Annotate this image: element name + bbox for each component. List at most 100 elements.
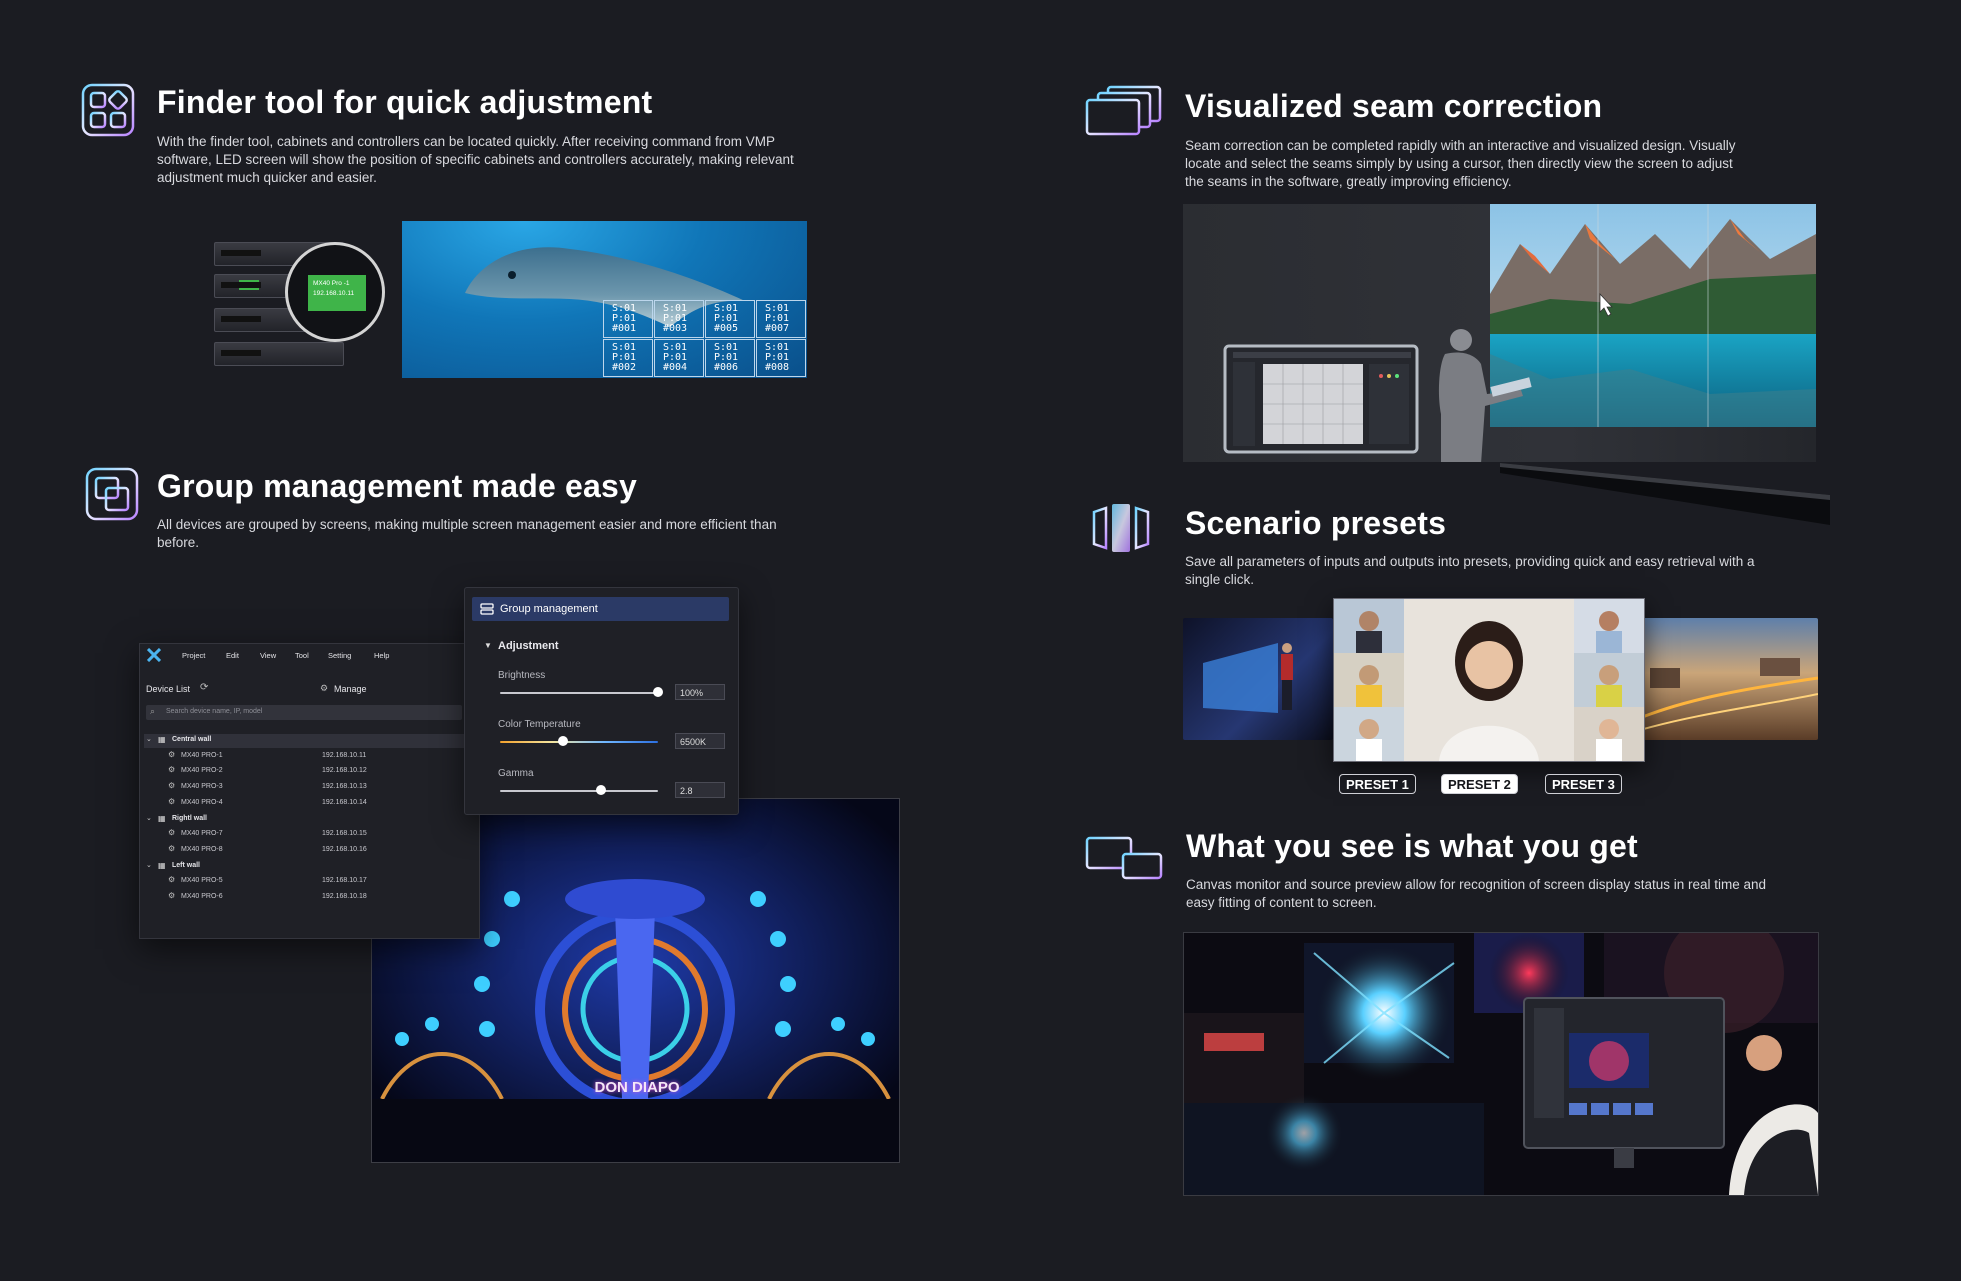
cabinet-cell-number: #008 — [765, 362, 790, 373]
device-row[interactable]: ⚙ MX40 PRO-8 192.168.10.16 — [144, 844, 464, 857]
menu-item-project[interactable]: Project — [182, 651, 205, 660]
brightness-value[interactable]: 100% — [675, 684, 725, 700]
device-gear-icon: ⚙ — [168, 828, 176, 838]
stacked-screens-icon — [1085, 85, 1162, 136]
device-group-name: Left wall — [172, 861, 201, 869]
panel-title: Group management — [500, 603, 598, 615]
expand-chevron-icon[interactable]: ⌄ — [146, 814, 152, 822]
device-group-row[interactable]: ⌄ ▦ Central wall — [144, 734, 464, 748]
device-group-row[interactable]: ⌄ ▦ Left wall — [144, 860, 464, 874]
device-list-panel: Project Edit View Tool Setting Help Device Li… — [139, 643, 480, 939]
device-group-row[interactable]: ⌄ ▦ Rightl wall — [144, 813, 464, 827]
menu-item-setting[interactable]: Setting — [328, 651, 351, 660]
menu-item-tool[interactable]: Tool — [295, 651, 309, 660]
magnifier-lens: MX40 Pro -1 192.168.10.11 — [285, 242, 385, 342]
device-row[interactable]: ⚙ MX40 PRO-4 192.168.10.14 — [144, 797, 464, 810]
cabinet-cell-number: #003 — [663, 323, 688, 334]
wysiwyg-description: Canvas monitor and source preview allow … — [1186, 877, 1767, 910]
color-temperature-knob[interactable] — [558, 736, 569, 746]
manage-button[interactable]: Manage — [334, 684, 367, 694]
sign-text: DON DIAPO — [594, 1079, 680, 1096]
device-row[interactable]: ⚙ MX40 PRO-3 192.168.10.13 — [144, 781, 464, 794]
expand-chevron-icon[interactable]: ⌄ — [146, 861, 152, 869]
group-squares-icon — [85, 467, 139, 521]
preset-panels-icon — [1092, 504, 1150, 552]
search-input[interactable]: ⌕ Search device name, IP, model — [146, 705, 462, 720]
brightness-knob[interactable] — [653, 687, 663, 697]
cabinet-cell-number: #007 — [765, 323, 790, 334]
expand-chevron-icon[interactable]: ⌄ — [146, 735, 152, 743]
finder-grid-icon — [81, 83, 135, 137]
device-name: MX40 PRO-3 — [181, 783, 223, 791]
brightness-label: Brightness — [498, 670, 546, 681]
preset-image-city — [1640, 618, 1818, 740]
preset-2-button[interactable]: PRESET 2 — [1441, 774, 1518, 794]
device-gear-icon: ⚙ — [168, 749, 176, 759]
group-title: Group management made easy — [157, 468, 638, 504]
device-row[interactable]: ⚙ MX40 PRO-5 192.168.10.17 — [144, 875, 464, 888]
device-row[interactable]: ⚙ MX40 PRO-2 192.168.10.12 — [144, 765, 464, 778]
group-management-icon — [480, 603, 494, 615]
badge-ip: 192.168.10.11 — [313, 290, 355, 297]
manage-icon: ⚙ — [320, 683, 329, 693]
device-row[interactable]: ⚙ MX40 PRO-7 192.168.10.15 — [144, 828, 464, 841]
cabinet-cell-number: #002 — [612, 362, 637, 373]
device-name: MX40 PRO-1 — [181, 751, 223, 759]
group-description: All devices are grouped by screens, maki… — [157, 517, 777, 550]
cabinet-cell-number: #001 — [612, 323, 637, 334]
dolphin-led-screen: S:01 P:01 #001 S:01 P:01 #003 S:01 P:01 #005 S:01… — [402, 221, 807, 378]
menu-item-edit[interactable]: Edit — [226, 651, 239, 660]
cabinet-cell: S:01 P:01 #002 — [603, 339, 653, 377]
group-management-panel: Group management ▼ Adjustment Brightness… — [464, 587, 739, 815]
cabinet-cell: S:01 P:01 #005 — [705, 300, 755, 338]
seam-description: Seam correction can be completed rapidly… — [1185, 138, 1736, 189]
color-temperature-slider[interactable] — [500, 741, 658, 743]
cabinet-cell: S:01 P:01 #004 — [654, 339, 704, 377]
cabinet-cell-number: #005 — [714, 323, 739, 334]
presets-title: Scenario presets — [1185, 505, 1447, 541]
preset-1-button[interactable]: PRESET 1 — [1339, 774, 1416, 794]
cabinet-cell: S:01 P:01 #007 — [756, 300, 806, 338]
panel-header: Group management — [472, 597, 729, 621]
gamma-value[interactable]: 2.8 — [675, 782, 725, 798]
adjustment-label: Adjustment — [498, 640, 559, 652]
refresh-icon[interactable]: ⟳ — [200, 682, 208, 693]
controller-unit — [214, 342, 344, 366]
brightness-slider[interactable] — [500, 692, 658, 694]
gamma-slider[interactable] — [500, 790, 658, 792]
device-name: MX40 PRO-8 — [181, 845, 223, 853]
device-row[interactable]: ⚙ MX40 PRO-6 192.168.10.18 — [144, 891, 464, 904]
device-ip: 192.168.10.18 — [322, 893, 367, 900]
preset-image-presentation — [1183, 618, 1333, 740]
device-ip: 192.168.10.11 — [322, 751, 367, 759]
menu-item-view[interactable]: View — [260, 651, 276, 660]
menu-item-help[interactable]: Help — [374, 651, 389, 660]
badge-model: MX40 Pro -1 — [313, 280, 350, 287]
device-group-name: Rightl wall — [172, 814, 207, 822]
gamma-label: Gamma — [498, 768, 534, 779]
app-logo-icon — [147, 648, 161, 662]
color-temperature-label: Color Temperature — [498, 719, 581, 730]
device-ip: 192.168.10.15 — [322, 830, 367, 838]
device-row[interactable]: ⚙ MX40 PRO-1 192.168.10.11 — [144, 750, 464, 763]
color-temperature-value[interactable]: 6500K — [675, 733, 725, 749]
cabinet-cell: S:01 P:01 #003 — [654, 300, 704, 338]
gamma-knob[interactable] — [596, 785, 607, 795]
wysiwyg-title: What you see is what you get — [1186, 828, 1638, 864]
seam-title: Visualized seam correction — [1185, 88, 1603, 124]
cabinet-cell: S:01 P:01 #001 — [603, 300, 653, 338]
device-gear-icon: ⚙ — [168, 796, 176, 806]
cabinet-cell: S:01 P:01 #006 — [705, 339, 755, 377]
preset-3-button[interactable]: PRESET 3 — [1545, 774, 1622, 794]
collapse-chevron-icon[interactable]: ▼ — [484, 641, 492, 650]
search-placeholder: Search device name, IP, model — [166, 708, 263, 715]
screen-group-icon: ▦ — [158, 813, 166, 823]
control-room-image — [1183, 932, 1819, 1196]
software-laptop — [1223, 344, 1419, 454]
device-name: MX40 PRO-5 — [181, 877, 223, 885]
device-gear-icon: ⚙ — [168, 765, 176, 775]
device-group-name: Central wall — [172, 736, 212, 743]
finder-description: With the finder tool, cabinets and contr… — [157, 134, 794, 185]
device-name: MX40 PRO-4 — [181, 798, 223, 806]
device-ip: 192.168.10.12 — [322, 767, 367, 775]
